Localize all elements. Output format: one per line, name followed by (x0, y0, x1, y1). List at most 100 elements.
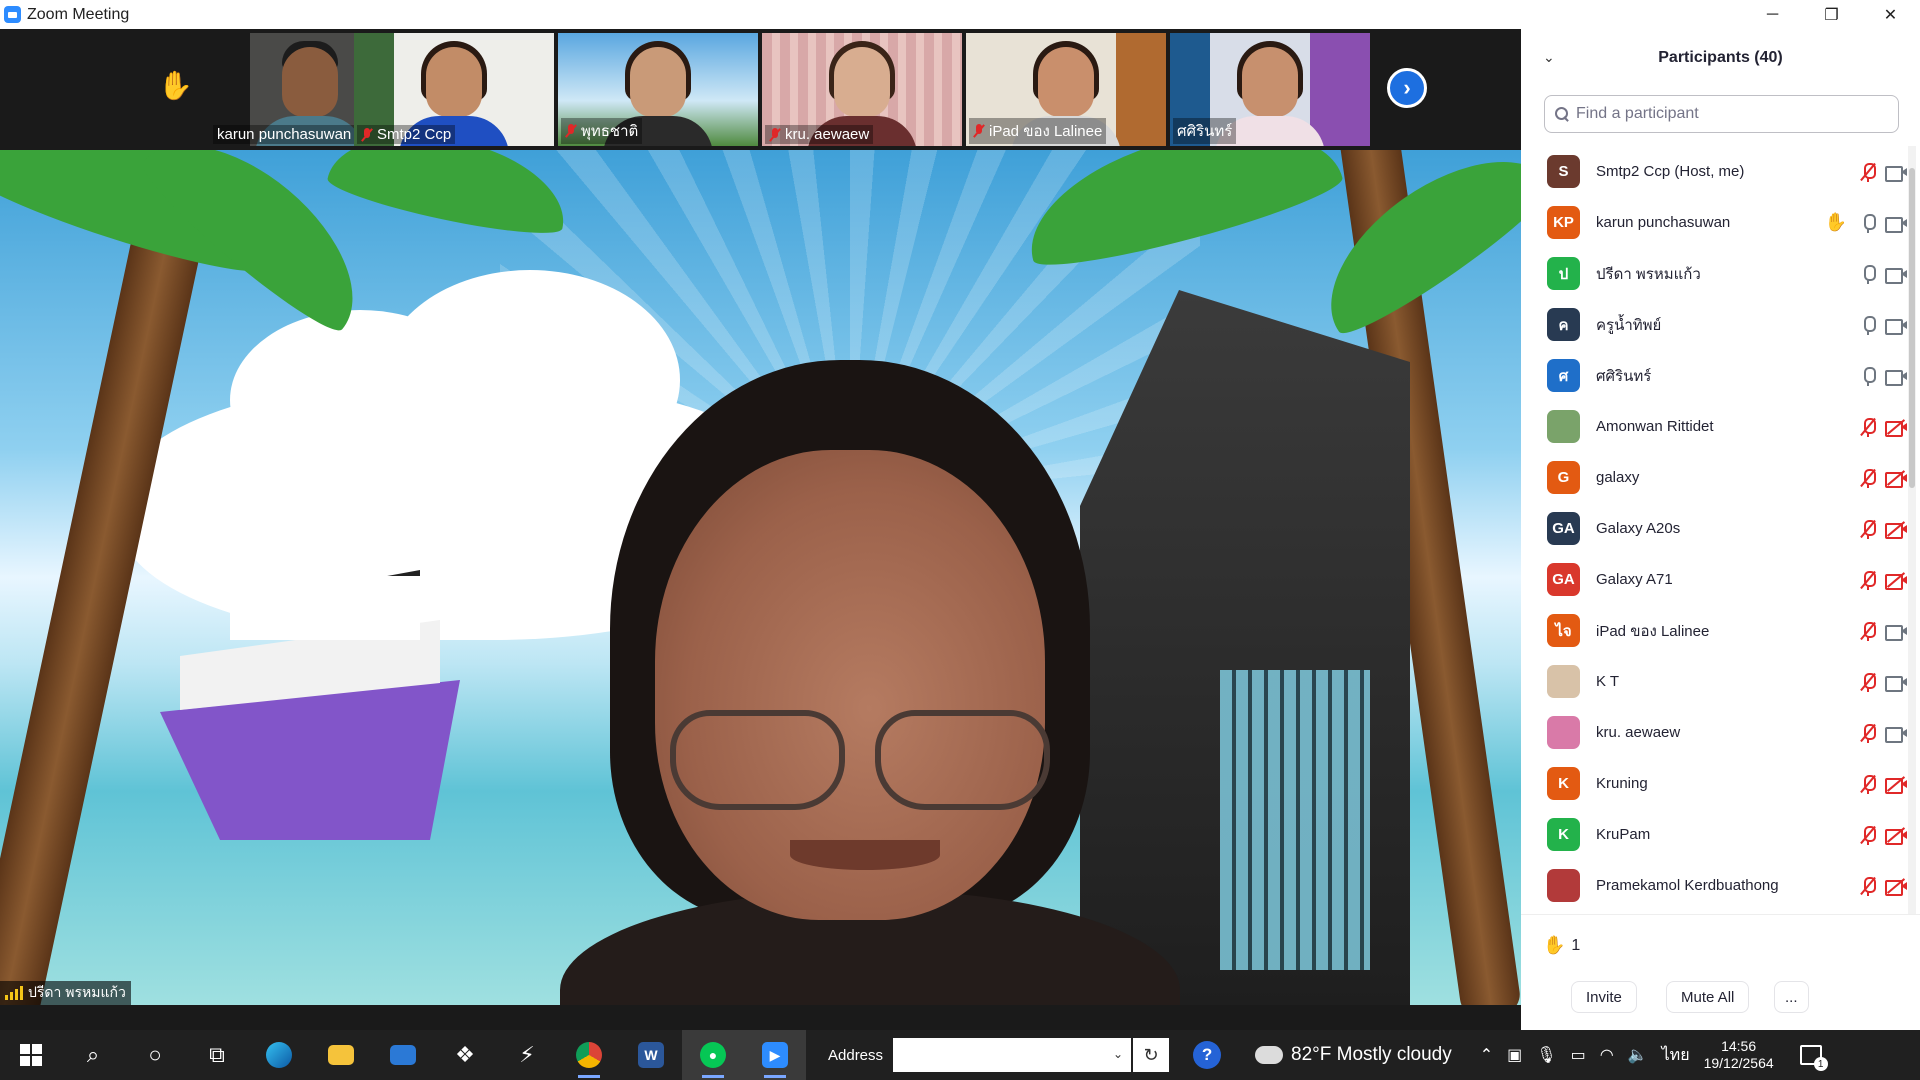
system-clock[interactable]: 14:56 19/12/2564 (1704, 1038, 1774, 1072)
chevron-down-icon[interactable]: ⌄ (1113, 1047, 1123, 1061)
next-page-button[interactable]: › (1387, 68, 1427, 108)
camera-icon[interactable] (1885, 726, 1907, 743)
mic-icon[interactable] (1861, 315, 1876, 335)
participant-row[interactable]: GA Galaxy A71 (1521, 554, 1913, 605)
video-thumbnail[interactable]: ศศิรินทร์ (1170, 33, 1370, 146)
volume-icon[interactable]: 🔈 (1628, 1045, 1648, 1065)
participant-row[interactable]: KP karun punchasuwan ✋ (1521, 197, 1913, 248)
chrome-icon[interactable] (558, 1030, 620, 1080)
address-input[interactable] (893, 1038, 1094, 1072)
participant-row[interactable]: GA Galaxy A20s (1521, 503, 1913, 554)
muted-mic-icon[interactable] (1860, 468, 1876, 488)
mic-icon[interactable] (1861, 264, 1876, 284)
mail-icon[interactable] (372, 1030, 434, 1080)
network-device-icon[interactable]: ▣ (1507, 1045, 1522, 1065)
muted-mic-icon[interactable] (1860, 621, 1876, 641)
camera-off-icon[interactable] (1885, 775, 1907, 794)
muted-mic-icon[interactable] (1860, 825, 1876, 845)
minimize-button[interactable]: ─ (1743, 0, 1802, 29)
notification-center-icon[interactable]: 1 (1799, 1045, 1828, 1071)
invite-button[interactable]: Invite (1571, 981, 1637, 1013)
muted-mic-icon[interactable] (1860, 519, 1876, 539)
participant-row[interactable]: kru. aewaew (1521, 707, 1913, 758)
camera-off-icon[interactable] (1885, 520, 1907, 539)
video-thumbnail[interactable]: iPad ของ Lalinee (966, 33, 1166, 146)
video-thumbnail[interactable]: พุทธชาติ (558, 33, 758, 146)
participant-row[interactable]: Amonwan Rittidet (1521, 401, 1913, 452)
participant-list-scrollbar[interactable] (1908, 146, 1916, 914)
mic-icon[interactable] (1861, 213, 1876, 233)
muted-mic-icon[interactable] (1860, 162, 1876, 182)
video-thumbnail[interactable]: kru. aewaew (762, 33, 962, 146)
muted-mic-icon[interactable] (1860, 876, 1876, 896)
participant-row[interactable]: ศ ศศิรินทร์ (1521, 350, 1913, 401)
dropbox-icon[interactable]: ❖ (434, 1030, 496, 1080)
camera-off-icon[interactable] (1885, 469, 1907, 488)
thumbnail-name: ศศิรินทร์ (1177, 123, 1233, 140)
participant-row[interactable]: Pramekamol Kerdbuathong (1521, 860, 1913, 911)
camera-off-icon[interactable] (1885, 826, 1907, 845)
participant-row[interactable]: ค ครูน้ำทิพย์ (1521, 299, 1913, 350)
help-icon[interactable]: ? (1193, 1041, 1222, 1069)
participant-row[interactable]: ไจ iPad ของ Lalinee (1521, 605, 1913, 656)
word-icon[interactable]: W (620, 1030, 682, 1080)
zoom-taskbar-icon[interactable]: ▶ (744, 1030, 806, 1080)
file-explorer-icon[interactable] (310, 1030, 372, 1080)
camera-icon[interactable] (1885, 675, 1907, 692)
participant-search-box[interactable] (1544, 95, 1899, 133)
task-view-icon[interactable]: ⧉ (186, 1030, 248, 1080)
camera-icon[interactable] (1885, 267, 1907, 284)
participant-row[interactable]: K Kruning (1521, 758, 1913, 809)
app-icon[interactable]: ⚡ (496, 1030, 558, 1080)
wifi-icon[interactable]: ◠ (1600, 1045, 1614, 1065)
camera-icon[interactable] (1885, 624, 1907, 641)
video-thumbnail[interactable]: Smtp2 Ccp (354, 33, 554, 146)
participant-status-icons (1860, 146, 1907, 197)
raised-hands-counter[interactable]: ✋ 1 (1543, 935, 1580, 956)
start-button[interactable] (0, 1030, 62, 1080)
participant-row[interactable]: ป ปรีดา พรหมแก้ว (1521, 248, 1913, 299)
search-input[interactable] (1576, 105, 1876, 123)
participant-status-icons: ✋ (1825, 197, 1907, 248)
address-toolbar[interactable]: ⌄ (893, 1038, 1132, 1072)
edge-browser-icon[interactable] (248, 1030, 310, 1080)
muted-mic-icon[interactable] (1860, 723, 1876, 743)
search-icon[interactable]: ⌕ (62, 1030, 124, 1080)
participant-row[interactable]: K T (1521, 656, 1913, 707)
participant-row[interactable]: Ggalaxy (1521, 452, 1913, 503)
muted-mic-icon[interactable] (1860, 672, 1876, 692)
thumbnail-name-tag: karun punchasuwan (213, 125, 356, 144)
camera-off-icon[interactable] (1885, 571, 1907, 590)
input-language[interactable]: ไทย (1662, 1043, 1690, 1068)
camera-off-icon[interactable] (1885, 877, 1907, 896)
active-speaker-video[interactable]: ปรีดา พรหมแก้ว (0, 150, 1521, 1005)
clock-time: 14:56 (1721, 1038, 1757, 1054)
tray-chevron-up-icon[interactable]: ⌃ (1480, 1045, 1493, 1065)
participant-row[interactable]: S Smtp2 Ccp (Host, me) (1521, 146, 1913, 197)
cortana-icon[interactable]: ○ (124, 1030, 186, 1080)
participant-status-icons (1860, 758, 1907, 809)
camera-off-icon[interactable] (1885, 418, 1907, 437)
participant-name: ปรีดา พรหมแก้ว (1596, 265, 1701, 283)
mute-all-button[interactable]: Mute All (1666, 981, 1750, 1013)
battery-icon[interactable]: ▭ (1571, 1045, 1586, 1065)
camera-icon[interactable] (1885, 165, 1907, 182)
more-options-button[interactable]: ... (1774, 981, 1809, 1013)
camera-icon[interactable] (1885, 216, 1907, 233)
raised-hand-icon: ✋ (1824, 212, 1847, 232)
mic-icon[interactable] (1861, 366, 1876, 386)
camera-icon[interactable] (1885, 369, 1907, 386)
muted-mic-icon[interactable] (1860, 417, 1876, 437)
maximize-button[interactable]: ❐ (1802, 0, 1861, 29)
refresh-icon[interactable]: ↻ (1133, 1038, 1170, 1072)
participant-row[interactable]: K KruPam (1521, 809, 1913, 860)
microphone-icon[interactable]: 🎙 (1536, 1045, 1556, 1065)
close-button[interactable]: ✕ (1861, 0, 1920, 29)
muted-mic-icon[interactable] (1860, 774, 1876, 794)
muted-mic-icon[interactable] (1860, 570, 1876, 590)
line-app-icon[interactable]: ● (682, 1030, 744, 1080)
weather-widget[interactable]: 82°F Mostly cloudy (1255, 1040, 1452, 1066)
chevron-down-icon[interactable]: ⌄ (1543, 49, 1555, 66)
camera-icon[interactable] (1885, 318, 1907, 335)
search-icon (1555, 107, 1569, 121)
